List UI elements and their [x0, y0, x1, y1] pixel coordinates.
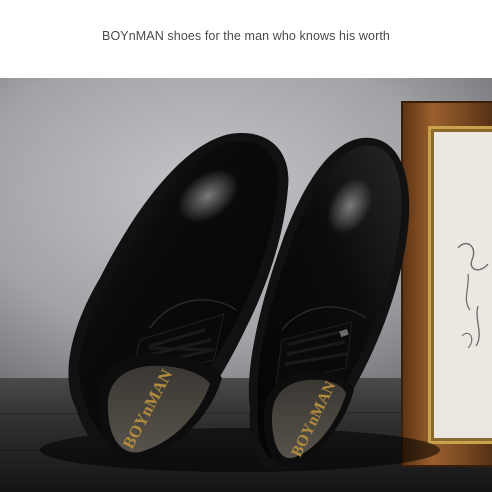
banner-header: BOYnMAN shoes for the man who knows his … [0, 0, 492, 78]
picture-frame [401, 101, 492, 467]
product-banner: BOYnMAN shoes for the man who knows his … [0, 0, 492, 492]
product-photo: BOYnMAN BOYnMAN [0, 78, 492, 492]
tagline: BOYnMAN shoes for the man who knows his … [102, 29, 390, 43]
